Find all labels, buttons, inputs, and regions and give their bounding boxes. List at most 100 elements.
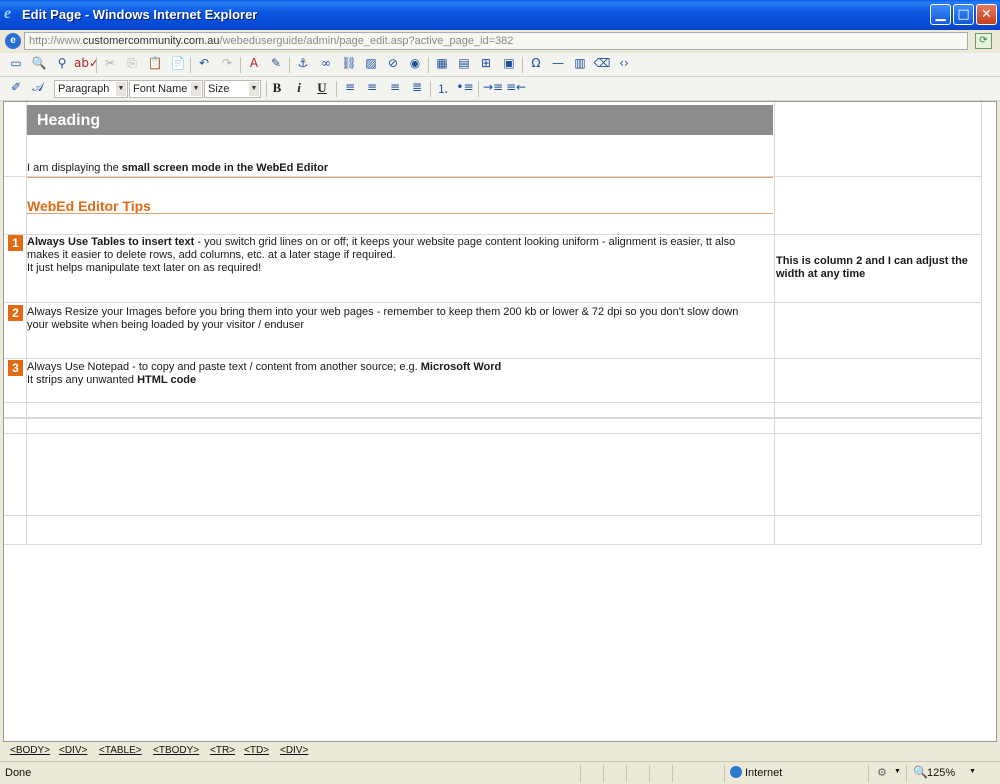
template-icon[interactable]: ▥ [571,56,589,74]
tip-3-text[interactable]: Always Use Notepad - to copy and paste t… [27,361,772,387]
grid-line [4,358,982,359]
minimize-button[interactable]: ▁ [930,4,951,25]
horizontal-rule-icon[interactable]: — [549,56,567,74]
toolbar-separator [289,57,290,73]
heading-block[interactable]: Heading [27,105,773,135]
size-select[interactable]: Size ▼ [204,80,261,98]
status-divider [626,765,627,782]
title-bar: e Edit Page - Windows Internet Explorer … [0,0,1000,30]
chevron-down-icon[interactable]: ▼ [894,768,901,775]
grid-line [4,234,982,235]
dom-path-tag[interactable]: <TBODY> [153,745,199,756]
maximize-button[interactable]: □ [953,4,974,25]
copy-icon[interactable]: ⎘ [123,56,141,74]
status-bar: Done Internet ⚙ ▼ 🔍 125% ▼ [0,761,1000,784]
align-left-icon[interactable]: ≡ [341,80,359,98]
dom-path-tag[interactable]: <DIV> [59,745,87,756]
edit-mode-icon[interactable]: ✐ [7,80,25,98]
media-icon[interactable]: ◉ [406,56,424,74]
tip-1-text[interactable]: Always Use Tables to insert text - you s… [27,236,772,275]
dom-path-tag[interactable]: <TR> [210,745,235,756]
zoom-level[interactable]: 125% [927,767,955,779]
italic-button[interactable]: i [290,80,308,98]
form-icon[interactable]: ▣ [500,56,518,74]
special-character-icon[interactable]: Ω [527,56,545,74]
status-divider [868,765,869,782]
dom-path-tag[interactable]: <BODY> [10,745,50,756]
intro-text[interactable]: I am displaying the small screen mode in… [27,162,328,175]
cut-icon[interactable]: ✂ [101,56,119,74]
flash-icon[interactable]: ⊘ [384,56,402,74]
toolbar-separator [478,81,479,97]
link-icon[interactable]: ∞ [317,56,335,74]
unordered-list-icon[interactable]: •≡ [456,80,474,98]
align-center-icon[interactable]: ≡ [363,80,381,98]
spellcheck-icon[interactable]: ab✓ [74,56,99,74]
editor-toolbar-2: ✐ 𝒜 Paragraph ▼ Font Name ▼ Size ▼ B i U ≡ … [0,77,1000,101]
tip-number-badge: 2 [8,305,23,321]
zoom-preview-icon[interactable]: 🔍 [30,56,48,74]
close-button[interactable]: ✕ [976,4,997,25]
highlight-icon[interactable]: ✎ [267,56,285,74]
editor-area[interactable]: Heading I am displaying the small screen… [3,101,997,742]
style-icon[interactable]: 𝒜 [29,80,47,98]
divider [27,177,773,178]
format-select[interactable]: Paragraph ▼ [54,80,128,98]
preview-icon[interactable]: ▭ [7,56,25,74]
url-field[interactable]: http://www.customercommunity.com.au/webe… [24,32,968,50]
source-code-icon[interactable]: ‹› [615,56,633,74]
chevron-down-icon[interactable]: ▼ [969,768,976,775]
dom-path-tag[interactable]: <TD> [244,745,269,756]
grid-line [4,417,982,419]
find-icon[interactable]: ⚲ [53,56,71,74]
anchor-icon[interactable]: ⚓ [294,56,312,74]
status-divider [906,765,907,782]
tip-3-line-1: Always Use Notepad - to copy and paste t… [27,361,772,374]
tip-1-line-2: makes it easier to delete rows, add colu… [27,249,396,261]
intro-bold: small screen mode in the WebEd Editor [121,162,329,174]
toolbar-separator [522,57,523,73]
ordered-list-icon[interactable]: ⒈ [434,80,452,98]
undo-icon[interactable]: ↶ [195,56,213,74]
paste-icon[interactable]: 📋 [146,56,164,74]
clean-format-icon[interactable]: ⌫ [593,56,611,74]
tip-3-line-2-bold: HTML code [137,374,197,386]
justify-icon[interactable]: ≣ [408,80,426,98]
grid-line [774,102,775,544]
format-select-value: Paragraph [58,83,110,95]
protected-mode-icon[interactable]: ⚙ [877,766,887,779]
dom-path-tag[interactable]: <DIV> [280,745,308,756]
font-select[interactable]: Font Name ▼ [129,80,203,98]
dom-path-tag[interactable]: <TABLE> [99,745,142,756]
redo-icon[interactable]: ↷ [218,56,236,74]
cell-properties-icon[interactable]: ⊞ [477,56,495,74]
align-right-icon[interactable]: ≡ [386,80,404,98]
font-select-value: Font Name [133,83,188,95]
grid-line [4,433,982,434]
paste-text-icon[interactable]: 📄 [169,56,187,74]
outdent-icon[interactable]: ≡← [506,80,526,98]
security-zone: Internet [745,767,783,779]
chevron-down-icon: ▼ [191,82,201,96]
zoom-icon[interactable]: 🔍 [913,765,928,779]
tip-number-badge: 1 [8,235,23,251]
tip-2-line-2: your website when being loaded by your v… [27,319,304,331]
compatibility-view-icon[interactable]: ⟳ [975,33,992,49]
font-color-icon[interactable]: A [245,56,263,74]
insert-table-icon[interactable]: ▦ [433,56,451,74]
grid-line [981,102,982,544]
column-2-text[interactable]: This is column 2 and I can adjust the wi… [776,255,980,281]
tips-title[interactable]: WebEd Editor Tips [27,198,151,214]
url-prefix: http://www. [29,35,83,47]
indent-icon[interactable]: →≡ [483,80,503,98]
image-icon[interactable]: ▨ [362,56,380,74]
table-properties-icon[interactable]: ▤ [455,56,473,74]
page-icon: e [5,33,21,49]
document-link-icon[interactable]: ⛓ [340,56,358,74]
tip-2-text[interactable]: Always Resize your Images before you bri… [27,306,772,332]
url-path: /webeduserguide/admin/page_edit.asp?acti… [219,35,514,47]
toolbar-separator [336,81,337,97]
bold-button[interactable]: B [268,80,286,98]
underline-button[interactable]: U [313,80,331,98]
status-divider [649,765,650,782]
